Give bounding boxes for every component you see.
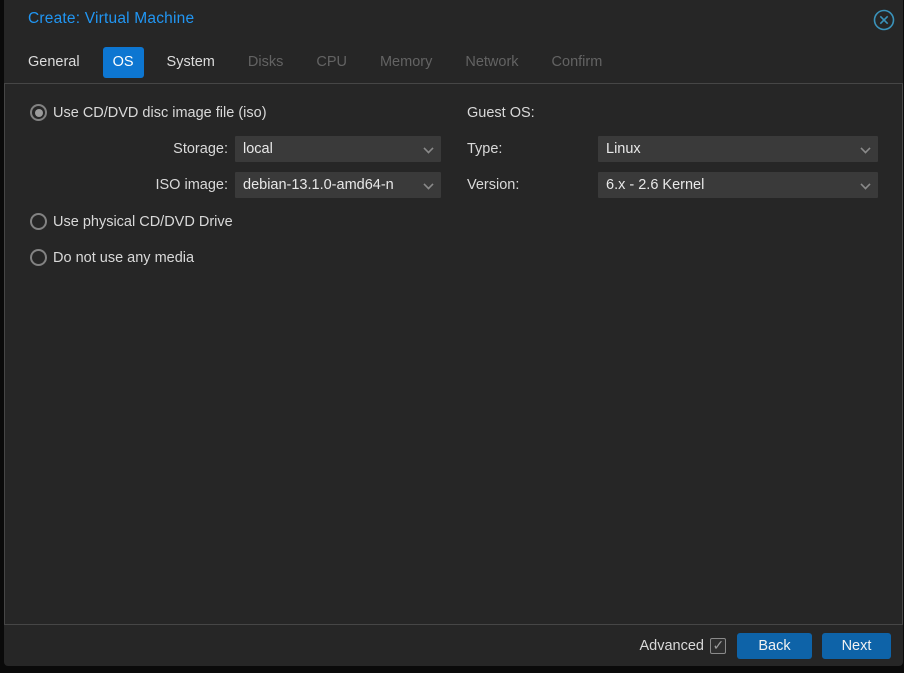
- type-select[interactable]: Linux: [598, 136, 878, 162]
- tab-memory: Memory: [379, 54, 433, 70]
- iso-image-label: ISO image:: [155, 177, 228, 193]
- radio-physical-drive-label[interactable]: Use physical CD/DVD Drive: [53, 214, 233, 230]
- storage-label: Storage:: [173, 141, 228, 157]
- radio-use-iso[interactable]: [30, 104, 47, 121]
- type-label: Type:: [467, 141, 503, 157]
- guest-os-section-label: Guest OS:: [467, 105, 535, 121]
- iso-image-select[interactable]: debian-13.1.0-amd64-n: [235, 172, 441, 198]
- chevron-down-icon: [424, 144, 432, 152]
- dialog-header: Create: Virtual Machine: [4, 0, 903, 40]
- chevron-down-icon: [861, 180, 869, 188]
- radio-no-media[interactable]: [30, 249, 47, 266]
- storage-select[interactable]: local: [235, 136, 441, 162]
- radio-physical-drive[interactable]: [30, 213, 47, 230]
- close-icon[interactable]: [873, 9, 895, 31]
- version-label: Version:: [467, 177, 520, 193]
- radio-no-media-label[interactable]: Do not use any media: [53, 250, 194, 266]
- dialog-footer: Advanced Back Next: [4, 625, 903, 666]
- tab-disks: Disks: [247, 54, 284, 70]
- iso-image-select-value: debian-13.1.0-amd64-n: [243, 177, 394, 193]
- tab-general[interactable]: General: [18, 47, 90, 78]
- tab-network: Network: [465, 54, 519, 70]
- wizard-tab-strip: General OS System Disks CPU Memory Netwo…: [18, 47, 625, 78]
- radio-use-iso-label[interactable]: Use CD/DVD disc image file (iso): [53, 105, 267, 121]
- next-button[interactable]: Next: [822, 632, 891, 659]
- dialog-title: Create: Virtual Machine: [28, 10, 195, 27]
- version-select-value: 6.x - 2.6 Kernel: [606, 177, 705, 193]
- tab-cpu: CPU: [316, 54, 347, 70]
- advanced-checkbox[interactable]: [710, 637, 726, 654]
- back-button[interactable]: Back: [737, 632, 812, 659]
- advanced-label: Advanced: [639, 637, 705, 654]
- type-select-value: Linux: [606, 141, 641, 157]
- tab-confirm: Confirm: [551, 54, 603, 70]
- os-tab-panel: Use CD/DVD disc image file (iso) Guest O…: [4, 83, 903, 625]
- chevron-down-icon: [424, 180, 432, 188]
- tab-system[interactable]: System: [157, 47, 225, 78]
- chevron-down-icon: [861, 144, 869, 152]
- tab-os[interactable]: OS: [102, 47, 144, 78]
- storage-select-value: local: [243, 141, 273, 157]
- version-select[interactable]: 6.x - 2.6 Kernel: [598, 172, 878, 198]
- create-vm-dialog: Create: Virtual Machine General OS Syste…: [4, 0, 903, 666]
